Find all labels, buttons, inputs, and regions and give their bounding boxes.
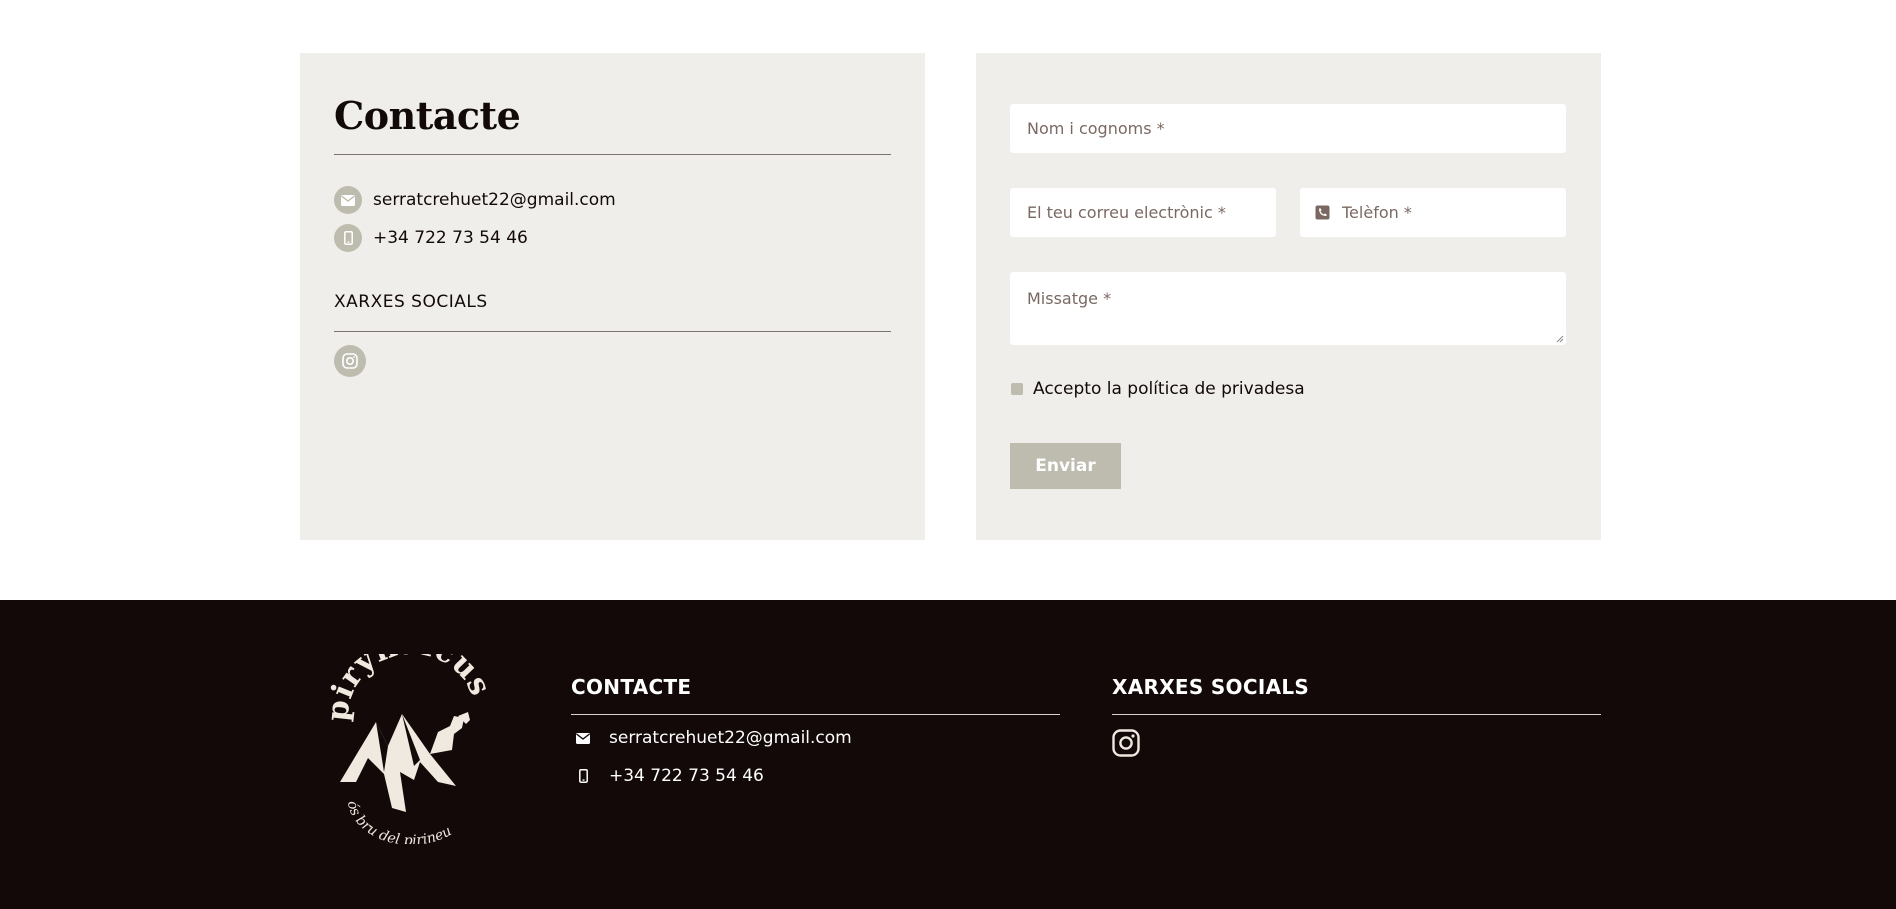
footer-email-row[interactable]: serratcrehuet22@gmail.com <box>574 728 852 748</box>
brand-logo[interactable]: pirynaicus ós bru del pirineu <box>326 654 496 844</box>
social-section-title: XARXES SOCIALS <box>334 292 488 312</box>
contact-email-row[interactable]: serratcrehuet22@gmail.com <box>334 186 616 214</box>
mobile-phone-icon <box>574 767 592 785</box>
contact-form: Nom i cognoms * El teu correu electrònic… <box>976 53 1601 540</box>
contact-info-panel: Contacte serratcrehuet22@gmail.com +34 7… <box>300 53 925 540</box>
phone-icon <box>1315 205 1330 220</box>
name-field[interactable]: Nom i cognoms * <box>1010 104 1566 153</box>
envelope-icon <box>574 729 592 747</box>
footer-social-title: XARXES SOCIALS <box>1112 675 1310 699</box>
divider <box>334 154 891 155</box>
footer: pirynaicus ós bru del pirineu CONTACTE s… <box>0 600 1896 909</box>
mobile-phone-icon <box>334 224 362 252</box>
divider <box>571 714 1060 715</box>
instagram-icon[interactable] <box>334 345 366 377</box>
footer-phone[interactable]: +34 722 73 54 46 <box>609 766 764 786</box>
submit-button[interactable]: Enviar <box>1010 443 1121 489</box>
divider <box>334 331 891 332</box>
svg-text:pirynaicus: pirynaicus <box>326 654 496 723</box>
phone-field[interactable]: Telèfon * <box>1300 188 1566 237</box>
email-field-placeholder: El teu correu electrònic * <box>1027 203 1226 222</box>
privacy-label[interactable]: Accepto la política de privadesa <box>1033 379 1305 399</box>
privacy-checkbox[interactable] <box>1011 383 1023 395</box>
envelope-icon <box>334 186 362 214</box>
instagram-icon[interactable] <box>1112 729 1140 757</box>
message-field[interactable]: Missatge * <box>1010 272 1566 345</box>
divider <box>1112 714 1601 715</box>
message-field-placeholder: Missatge * <box>1027 289 1112 308</box>
footer-email[interactable]: serratcrehuet22@gmail.com <box>609 728 852 748</box>
contact-email[interactable]: serratcrehuet22@gmail.com <box>373 190 616 210</box>
contact-phone[interactable]: +34 722 73 54 46 <box>373 228 528 248</box>
resize-handle-icon[interactable] <box>1556 335 1564 343</box>
footer-phone-row[interactable]: +34 722 73 54 46 <box>574 766 764 786</box>
name-field-placeholder: Nom i cognoms * <box>1027 119 1165 138</box>
privacy-consent[interactable]: Accepto la política de privadesa <box>1011 379 1305 399</box>
phone-field-placeholder: Telèfon * <box>1342 203 1412 222</box>
page-title: Contacte <box>334 93 521 138</box>
contact-phone-row[interactable]: +34 722 73 54 46 <box>334 224 528 252</box>
email-field[interactable]: El teu correu electrònic * <box>1010 188 1276 237</box>
footer-contact-title: CONTACTE <box>571 675 692 699</box>
